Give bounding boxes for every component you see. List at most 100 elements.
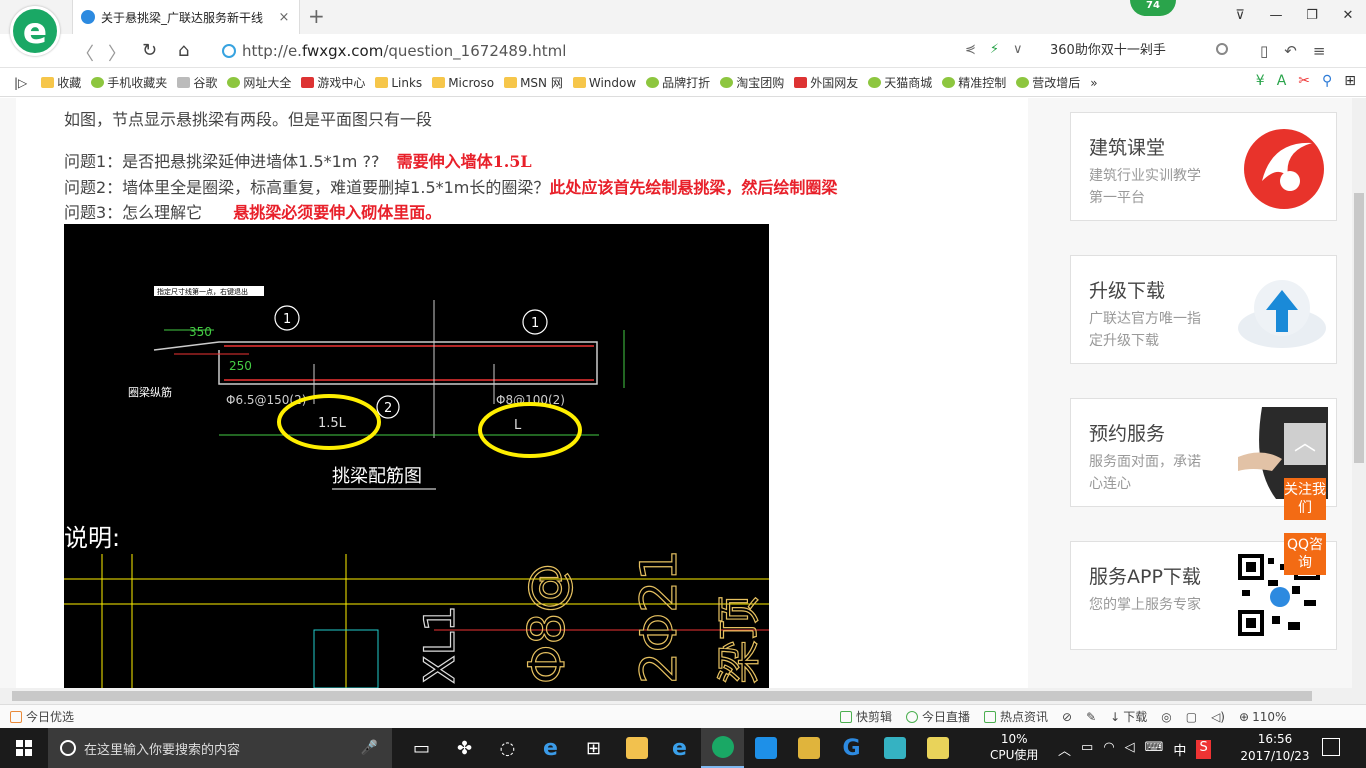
taskbar-search-input[interactable]: 在这里输入你要搜索的内容 🎤 [48,728,392,768]
store-icon[interactable]: ⊞ [572,728,615,768]
bookmark-item[interactable]: 外国网友 [794,74,858,91]
live-link[interactable]: 今日直播 [906,708,970,725]
360-browser-taskbar-icon[interactable] [701,728,744,768]
bookmark-item[interactable]: 网址大全 [227,74,291,91]
marker-1b-text: 1 [531,316,539,331]
bookmark-item[interactable]: 品牌打折 [646,74,710,91]
search-icon[interactable] [1216,43,1228,55]
wifi-icon[interactable]: ◠ [1103,740,1114,759]
card-upgrade-download[interactable]: 升级下载 广联达官方唯一指定升级下载 [1070,255,1337,364]
tray-expand-icon[interactable]: ︿ [1058,740,1071,759]
star-icon [41,77,55,88]
vertical-scrollbar[interactable] [1352,98,1366,704]
money-icon[interactable]: ¥ [1256,73,1265,89]
skin-icon[interactable]: ⊽ [1222,0,1258,32]
tab-close-icon[interactable]: × [277,10,291,25]
pinned-blue-app-icon[interactable] [744,728,787,768]
folder-icon [504,77,518,88]
daily-picks-link[interactable]: 今日优选 [10,708,74,725]
microphone-icon[interactable]: 🎤 [361,740,378,756]
qq-consult-button[interactable]: QQ咨询 [1284,533,1326,575]
action-center-icon[interactable] [1322,738,1340,756]
card-title: 升级下载 [1089,280,1166,302]
hot-news-link[interactable]: 热点资讯 [984,708,1048,725]
notes-app-icon[interactable] [787,728,830,768]
bookmark-label: 品牌打折 [662,76,711,90]
translate-icon[interactable]: A [1277,73,1287,89]
card-architecture-class[interactable]: 建筑课堂 建筑行业实训教学第一平台 [1070,112,1337,221]
apps-grid-icon[interactable]: ⊞ [1344,73,1356,89]
dropdown-icon[interactable]: ∨ [1013,42,1023,57]
bookmarks-more-icon[interactable]: » [1090,76,1097,90]
quick-cut-link[interactable]: 快剪辑 [840,708,892,725]
bookmark-item[interactable]: MSN 网 [504,74,563,91]
undo-icon[interactable]: ↶ [1284,42,1297,60]
share-icon[interactable]: ⋞ [965,42,976,57]
bookmark-item[interactable]: Links [375,74,422,91]
spiral-app-icon[interactable]: ◌ [486,728,529,768]
phone-icon[interactable]: ▯ [1260,42,1268,60]
edge-browser-icon[interactable]: e [529,728,572,768]
lightning-icon[interactable]: ⚡ [990,42,999,57]
minimize-button[interactable]: — [1258,0,1294,32]
magnifier-icon[interactable]: ⚲ [1322,73,1332,89]
tab-active[interactable]: 关于悬挑梁_广联达服务新干线 × [72,0,300,34]
horizontal-scroll-thumb[interactable] [12,691,1312,701]
reload-button[interactable]: ↻ [142,40,157,61]
dim-250: 250 [229,359,252,373]
answer-3: 悬挑梁必须要伸入砌体里面。 [233,203,442,222]
scissors-icon[interactable]: ✂ [1298,73,1310,89]
pin-icon[interactable]: ✎ [1086,710,1096,724]
extension-tools: ¥ A ✂ ⚲ ⊞ [1256,73,1356,89]
bookmark-item[interactable]: 收藏 [41,74,81,91]
sidebar-toggle-icon[interactable]: |▷ [14,76,27,90]
marker-2-text: 2 [384,401,392,416]
speaker-icon[interactable]: ◁ [1125,740,1135,759]
back-button[interactable]: 〈 [76,40,94,66]
speed-badge[interactable]: 74 [1130,0,1176,16]
bookmark-item[interactable]: Microso [432,74,494,91]
cpu-usage[interactable]: 10% CPU使用 [990,731,1038,763]
keyboard-icon[interactable]: ⌨ [1145,740,1164,759]
horizontal-scrollbar[interactable] [0,688,1352,704]
download-link[interactable]: ↓ 下载 [1110,708,1147,725]
vertical-scroll-thumb[interactable] [1354,193,1364,463]
browser-logo-icon[interactable]: e [10,6,60,56]
start-button[interactable] [0,728,48,768]
zoom-level[interactable]: ⊕ 110% [1239,710,1286,724]
follow-us-button[interactable]: 关注我们 [1284,478,1326,520]
fan-app-icon[interactable]: ✤ [443,728,486,768]
bookmark-item[interactable]: 营改增后 [1016,74,1080,91]
bookmark-item[interactable]: Window [572,74,636,91]
forward-button[interactable]: 〉 [108,40,126,66]
internet-explorer-icon[interactable]: e [658,728,701,768]
bookmark-item[interactable]: 淘宝团购 [720,74,784,91]
help-app-icon[interactable] [916,728,959,768]
sogou-icon[interactable]: S [1196,740,1211,759]
url-input[interactable]: http://e.fwxgx.com/question_1672489.html [222,38,942,64]
bookmark-item[interactable]: 游戏中心 [301,74,365,91]
menu-icon[interactable]: ≡ [1313,42,1326,60]
speed-icon[interactable]: ⊘ [1062,710,1072,724]
window-icon[interactable]: ▢ [1186,710,1197,724]
bookmark-item[interactable]: 手机收藏夹 [91,74,167,91]
maximize-button[interactable]: ❐ [1294,0,1330,32]
bookmark-item[interactable]: 谷歌 [177,74,217,91]
software-app-icon[interactable] [873,728,916,768]
home-button[interactable]: ⌂ [178,40,189,61]
ime-indicator[interactable]: 中 [1173,740,1186,759]
close-button[interactable]: ✕ [1330,0,1366,32]
volume-icon[interactable]: ◁) [1211,710,1225,724]
card-desc: 建筑行业实训教学第一平台 [1089,168,1201,206]
bookmark-item[interactable]: 精准控制 [942,74,1006,91]
edge-icon[interactable]: ◎ [1161,710,1171,724]
battery-icon[interactable]: ▭ [1081,740,1093,759]
bookmark-item[interactable]: 天猫商城 [868,74,932,91]
search-input[interactable]: 360助你双十一剁手 [1042,38,1238,64]
new-tab-button[interactable]: + [308,4,325,28]
glodon-app-icon[interactable]: G [830,728,873,768]
task-view-icon[interactable]: ▭ [400,728,443,768]
file-explorer-icon[interactable] [615,728,658,768]
back-to-top-button[interactable]: ︿ [1284,423,1326,465]
taskbar-clock[interactable]: 16:56 2017/10/23 [1240,731,1310,765]
